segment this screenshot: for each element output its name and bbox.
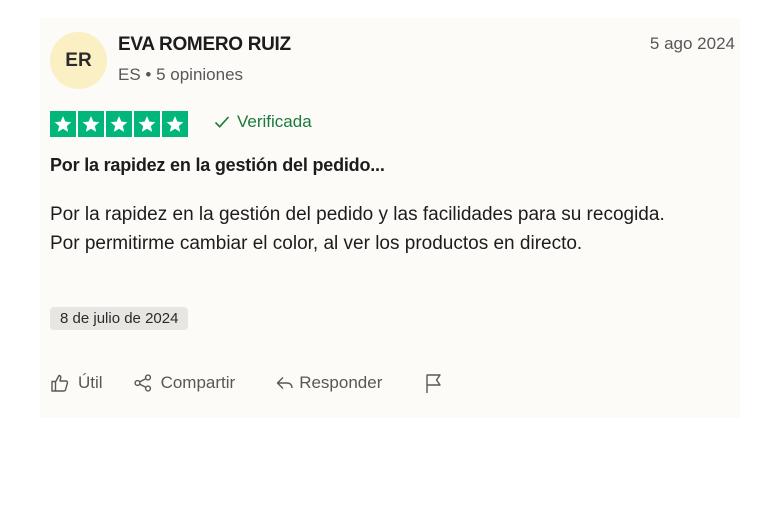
review-title[interactable]: Por la rapidez en la gestión del pedido.… [50,155,385,176]
star-icon [106,111,132,137]
thumbs-up-icon [51,374,69,392]
review-actions: Útil Compartir Responder [50,372,444,394]
star-rating [50,111,188,137]
star-icon [162,111,188,137]
experience-date-badge: 8 de julio de 2024 [50,307,189,330]
share-icon [133,374,151,392]
reviewer-meta: ES • 5 opiniones [118,65,244,84]
verified-badge[interactable]: Verificada [214,112,312,132]
reply-label: Responder [299,373,383,392]
star-icon [50,111,76,137]
star-icon [134,111,160,137]
useful-label: Útil [78,373,103,392]
star-icon [78,111,104,137]
avatar[interactable]: ER [50,32,107,89]
review-text: Por la rapidez en la gestión del pedido … [50,204,665,254]
verified-label: Verificada [237,112,312,131]
flag-icon [426,374,442,393]
reply-button[interactable]: Responder [275,373,382,393]
avatar-initials: ER [65,49,92,71]
useful-button[interactable]: Útil [50,373,103,393]
review-date: 5 ago 2024 [649,34,735,53]
reply-icon [276,377,293,389]
share-label: Compartir [160,373,236,392]
report-button[interactable] [424,372,444,394]
check-icon [214,116,230,128]
reviewer-name[interactable]: EVA ROMERO RUIZ [118,34,291,56]
share-button[interactable]: Compartir [133,373,236,393]
